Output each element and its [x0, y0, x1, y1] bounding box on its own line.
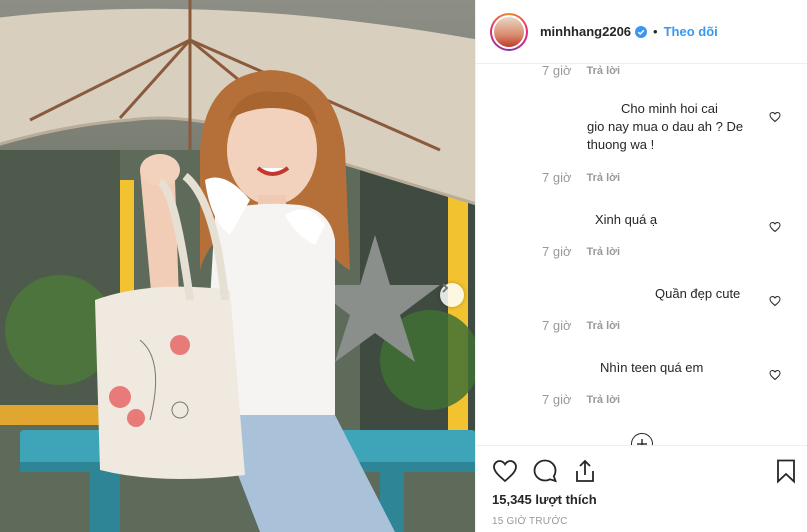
username-link[interactable]: minhhang2206	[540, 24, 631, 39]
comment-meta: 7 giờ Trả lời	[542, 318, 620, 333]
comments-list[interactable]: 7 giờ Trả lời Cho minh hoi cai gio nay m…	[476, 64, 807, 445]
post-header: minhhang2206 • Theo dõi	[476, 0, 807, 64]
reply-button[interactable]: Trả lời	[587, 394, 621, 406]
comment-meta: 7 giờ Trả lời	[542, 170, 620, 185]
comment-time: 7 giờ	[542, 318, 572, 333]
share-icon[interactable]	[572, 458, 598, 484]
comment-time: 7 giờ	[542, 170, 572, 185]
reply-button[interactable]: Trả lời	[587, 320, 621, 332]
post-timestamp[interactable]: 15 GIỜ TRƯỚC	[492, 516, 568, 527]
verified-badge-icon	[635, 25, 648, 38]
likes-count[interactable]: 15,345 lượt thích	[492, 492, 597, 507]
comment-like-heart-icon[interactable]	[769, 369, 781, 381]
load-more-comments-button[interactable]	[631, 433, 653, 445]
comment-like-heart-icon[interactable]	[769, 111, 781, 123]
comment-text-line: Quần đẹp cute	[655, 286, 741, 301]
photo-illustration	[0, 0, 475, 532]
comment-meta: 7 giờ Trả lời	[542, 244, 620, 259]
separator-dot: •	[653, 24, 658, 39]
avatar[interactable]	[490, 12, 528, 51]
comment-text-line: gio nay mua o dau ah ? De	[587, 119, 744, 134]
heart-icon[interactable]	[492, 458, 518, 484]
next-photo-button[interactable]	[440, 283, 464, 307]
bookmark-icon[interactable]	[773, 458, 799, 484]
comment-text-line: Nhìn teen quá em	[600, 360, 704, 375]
post-actions-bar: 15,345 lượt thích 15 GIỜ TRƯỚC	[476, 445, 807, 532]
comment-time: 7 giờ	[542, 244, 572, 259]
chevron-right-icon	[442, 283, 449, 293]
comment-meta: 7 giờ Trả lời	[542, 392, 620, 407]
reply-button[interactable]: Trả lời	[587, 65, 621, 77]
post-photo[interactable]	[0, 0, 475, 532]
plus-circle-icon	[637, 439, 647, 445]
avatar-image	[494, 16, 524, 47]
reply-button[interactable]: Trả lời	[587, 246, 621, 258]
comment-bubble-icon[interactable]	[532, 458, 558, 484]
comment-text-line: Xinh quá ạ	[595, 212, 658, 227]
comment-time: 7 giờ	[542, 392, 572, 407]
comment-meta-partial: 7 giờ Trả lời	[542, 64, 620, 78]
comment-time: 7 giờ	[542, 64, 572, 78]
comment-like-heart-icon[interactable]	[769, 295, 781, 307]
comment-like-heart-icon[interactable]	[769, 221, 781, 233]
comment-text-line: Cho minh hoi cai	[621, 101, 718, 116]
reply-button[interactable]: Trả lời	[587, 172, 621, 184]
follow-button[interactable]: Theo dõi	[664, 24, 718, 39]
comment-text-line: thuong wa !	[587, 137, 655, 152]
post-side-panel: minhhang2206 • Theo dõi 7 giờ Trả lời Ch…	[475, 0, 807, 532]
